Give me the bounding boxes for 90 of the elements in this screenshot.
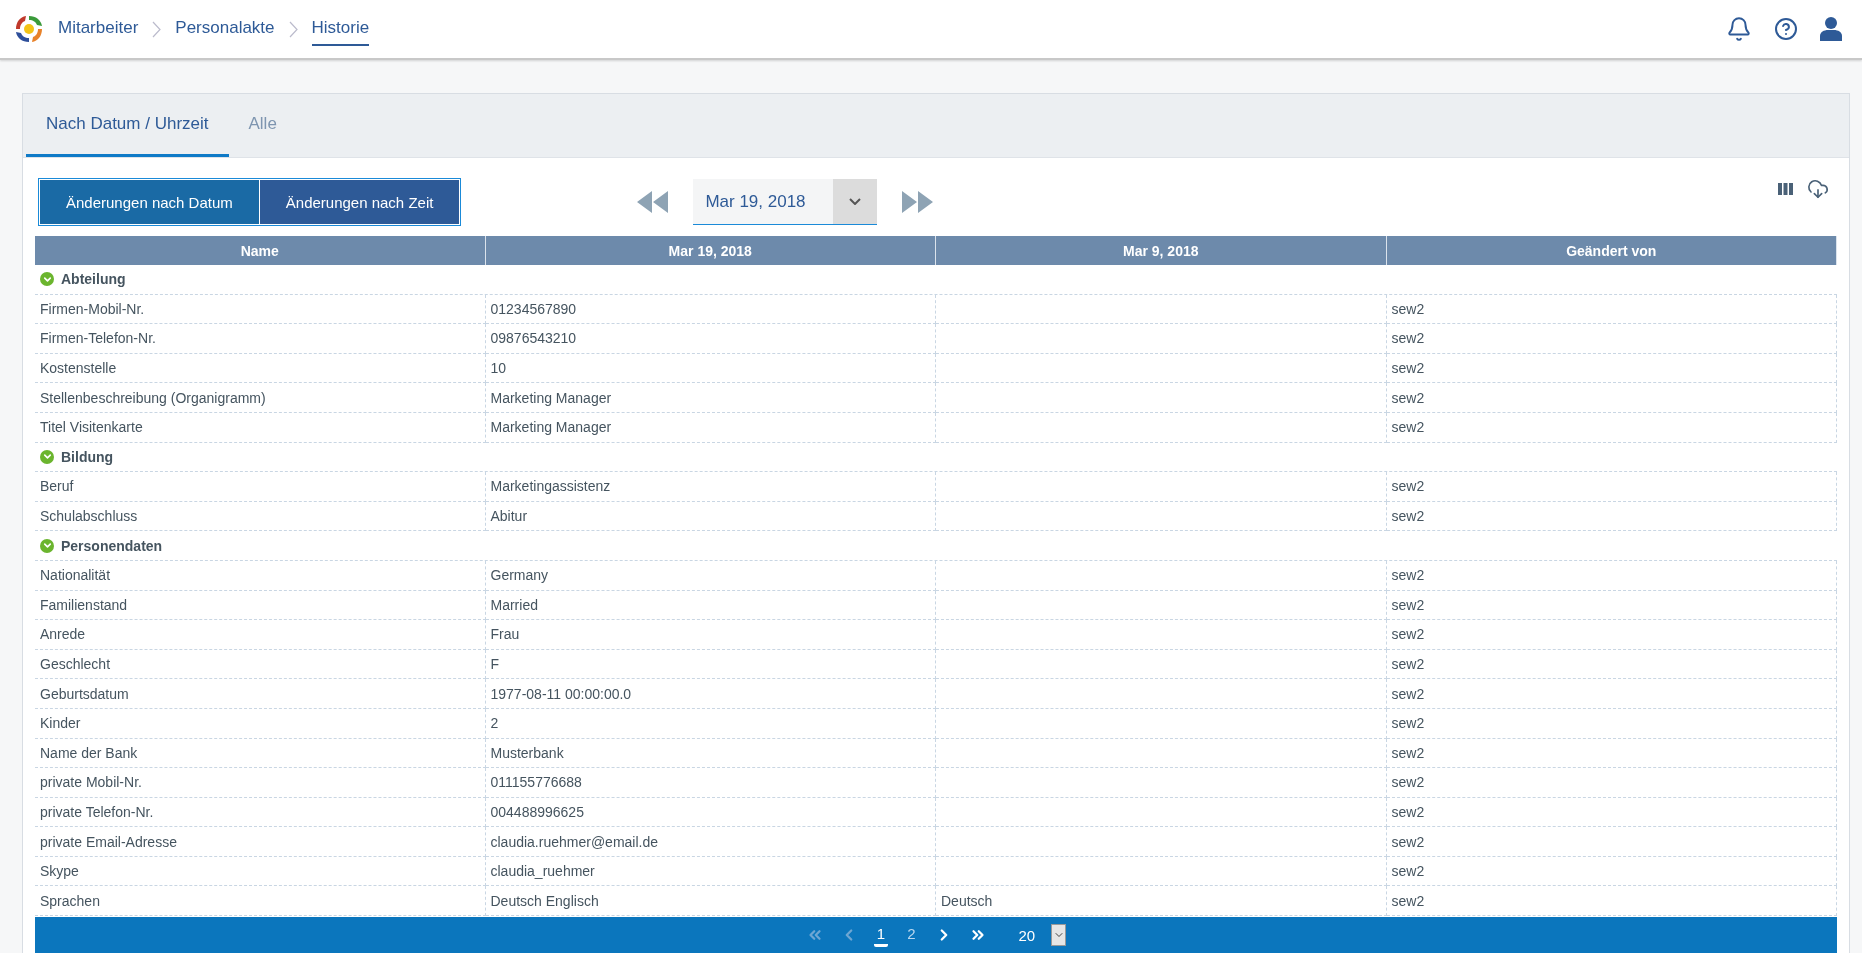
- table-cell: 01234567890: [485, 294, 936, 325]
- table-cell: sew2: [1386, 560, 1837, 591]
- page-number[interactable]: 2: [904, 923, 919, 947]
- table-cell: Kostenstelle: [35, 353, 486, 384]
- table-cell: 1977-08-11 00:00:00.0: [485, 679, 936, 709]
- table-cell: sew2: [1386, 708, 1837, 739]
- table-cell: 2: [485, 708, 936, 739]
- next-date-icon[interactable]: [901, 191, 934, 213]
- caret-icon: [849, 198, 862, 205]
- date-picker[interactable]: Mar 19, 2018: [693, 179, 878, 225]
- table-cell: 011155776688: [485, 768, 936, 798]
- column-header[interactable]: Name: [35, 236, 486, 265]
- tab[interactable]: Nach Datum / Uhrzeit: [26, 94, 229, 157]
- table-cell: Frau: [485, 620, 936, 650]
- table-cell: Titel Visitenkarte: [35, 412, 486, 443]
- table-cell: Firmen-Telefon-Nr.: [35, 324, 486, 354]
- table-cell: claudia_ruehmer: [485, 856, 936, 887]
- table-cell: Geburtsdatum: [35, 679, 486, 709]
- help-icon[interactable]: [1774, 17, 1798, 41]
- table-cell: private Mobil-Nr.: [35, 768, 486, 798]
- breadcrumb-link[interactable]: Mitarbeiter: [58, 12, 139, 46]
- table-cell: Musterbank: [485, 738, 936, 769]
- table-cell: sew2: [1386, 590, 1837, 621]
- breadcrumb-separator-icon: [152, 20, 162, 38]
- table-cell: sew2: [1386, 620, 1837, 650]
- table-cell: sew2: [1386, 797, 1837, 828]
- group-label: Abteilung: [61, 271, 126, 288]
- table-cell: Married: [485, 590, 936, 621]
- collapse-toggle-icon[interactable]: [40, 272, 54, 287]
- page-size: 20: [1018, 926, 1036, 944]
- columns-icon[interactable]: [1778, 183, 1793, 195]
- logo-icon: [14, 14, 44, 44]
- table-cell: sew2: [1386, 886, 1837, 917]
- table-cell: sew2: [1386, 324, 1837, 354]
- table-cell: sew2: [1386, 472, 1837, 502]
- table-cell: Anrede: [35, 620, 486, 650]
- table-cell: Marketing Manager: [485, 412, 936, 443]
- table-cell: Firmen-Mobil-Nr.: [35, 294, 486, 325]
- table-cell: sew2: [1386, 353, 1837, 384]
- view-button[interactable]: Änderungen nach Zeit: [259, 180, 460, 224]
- cloud-download-icon[interactable]: [1807, 178, 1829, 200]
- table-cell: Marketing Manager: [485, 383, 936, 413]
- table-cell: sew2: [1386, 294, 1837, 325]
- table-cell: sew2: [1386, 768, 1837, 798]
- table-cell: sew2: [1386, 679, 1837, 709]
- table-cell: private Email-Adresse: [35, 827, 486, 857]
- breadcrumb-link[interactable]: Personalakte: [175, 12, 275, 46]
- table-cell: sew2: [1386, 738, 1837, 769]
- table-cell: Abitur: [485, 501, 936, 532]
- table-cell: 004488996625: [485, 797, 936, 828]
- table-cell: sew2: [1386, 383, 1837, 413]
- group-label: Personendaten: [61, 537, 163, 554]
- table-cell: Name der Bank: [35, 738, 486, 769]
- group-label: Bildung: [61, 448, 114, 465]
- table-cell: Skype: [35, 856, 486, 887]
- collapse-toggle-icon[interactable]: [40, 538, 54, 553]
- previous-date-icon[interactable]: [637, 191, 670, 213]
- table-cell: claudia.ruehmer@email.de: [485, 827, 936, 857]
- user-icon[interactable]: [1820, 17, 1842, 41]
- view-button[interactable]: Änderungen nach Datum: [40, 180, 259, 224]
- table-cell: 09876543210: [485, 324, 936, 354]
- notification-bell-icon[interactable]: [1726, 16, 1752, 42]
- table-cell: Stellenbeschreibung (Organigramm): [35, 383, 486, 413]
- table-cell: sew2: [1386, 501, 1837, 532]
- table-cell: F: [485, 649, 936, 680]
- page-size-dropdown[interactable]: [1051, 924, 1067, 946]
- table-cell: sew2: [1386, 412, 1837, 443]
- table-cell: Familienstand: [35, 590, 486, 621]
- table-cell: sew2: [1386, 827, 1837, 857]
- table-cell: sew2: [1386, 856, 1837, 887]
- column-header[interactable]: Mar 9, 2018: [936, 236, 1387, 265]
- page-number[interactable]: 1: [873, 923, 889, 947]
- table-cell: Germany: [485, 560, 936, 591]
- column-header[interactable]: Mar 19, 2018: [485, 236, 936, 265]
- table-cell: Kinder: [35, 708, 486, 739]
- table-cell: Marketingassistenz: [485, 472, 936, 502]
- column-header[interactable]: Geändert von: [1386, 236, 1837, 265]
- table-cell: Nationalität: [35, 560, 486, 591]
- table-cell: sew2: [1386, 649, 1837, 680]
- table-cell: Sprachen: [35, 886, 486, 917]
- table-cell: private Telefon-Nr.: [35, 797, 486, 828]
- table-cell: Schulabschluss: [35, 501, 486, 532]
- table-cell: Deutsch Englisch: [485, 886, 936, 917]
- collapse-toggle-icon[interactable]: [40, 449, 54, 464]
- table-cell: Geschlecht: [35, 649, 486, 680]
- table-cell: 10: [485, 353, 936, 384]
- breadcrumb-link[interactable]: Historie: [311, 12, 370, 46]
- table-cell: Deutsch: [936, 886, 1387, 917]
- table-cell: Beruf: [35, 472, 486, 502]
- breadcrumb-separator-icon: [288, 20, 298, 38]
